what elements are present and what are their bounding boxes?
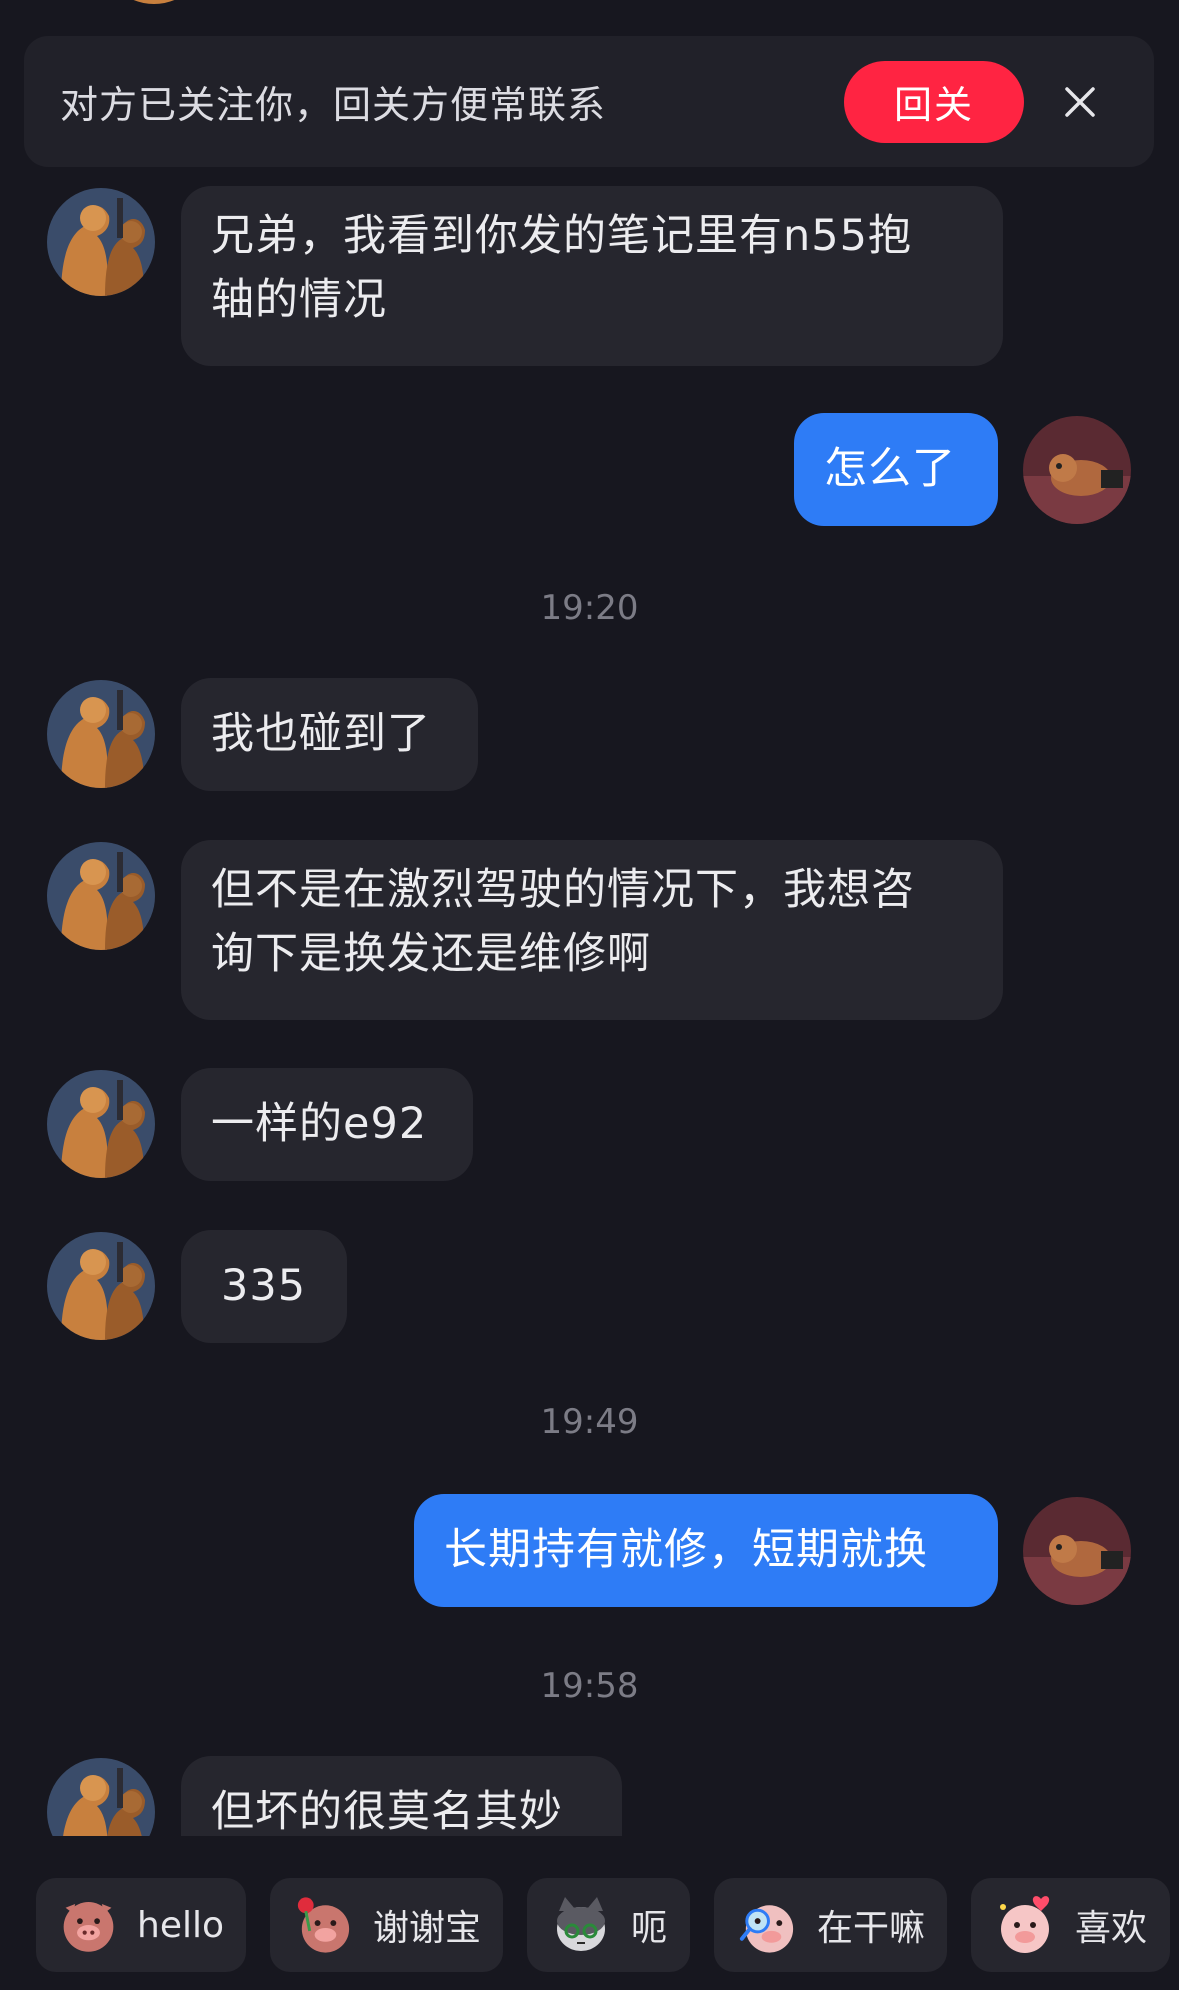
pig-magnifier-icon	[739, 1905, 794, 1953]
timestamp: 19:20	[540, 588, 639, 628]
message-bubble-incoming[interactable]: 335	[181, 1230, 347, 1343]
message-text-line: 询下是换发还是维修啊	[211, 929, 651, 979]
pig-wave-icon	[63, 1902, 114, 1952]
contact-avatar[interactable]	[47, 1232, 155, 1340]
my-avatar[interactable]	[1023, 416, 1131, 524]
quick-reply-label: 喜欢	[1075, 1908, 1148, 1949]
message-text: 怎么了	[824, 444, 956, 494]
message-bubble-incoming[interactable]: 兄弟，我看到你发的笔记里有n55抱 轴的情况	[181, 186, 1003, 366]
my-avatar[interactable]	[1023, 1497, 1131, 1605]
contact-avatar[interactable]	[47, 1070, 155, 1178]
quick-reply-label: 呃	[631, 1908, 668, 1949]
close-icon[interactable]	[1040, 61, 1120, 143]
message-bubble-incoming[interactable]: 但坏的很莫名其妙	[181, 1756, 622, 1836]
cat-icon	[557, 1897, 605, 1951]
timestamp: 19:49	[540, 1402, 639, 1442]
pig-rose-icon	[297, 1897, 350, 1953]
quick-reply-label: hello	[137, 1904, 224, 1946]
message-text-line: 兄弟，我看到你发的笔记里有n55抱	[211, 211, 912, 261]
message-text: 335	[221, 1261, 307, 1311]
message-bubble-incoming[interactable]: 我也碰到了	[181, 678, 478, 791]
timestamp: 19:58	[540, 1666, 639, 1706]
quick-reply-label: 在干嘛	[816, 1908, 925, 1949]
contact-avatar[interactable]	[47, 1758, 155, 1836]
quick-reply-hello[interactable]: hello	[36, 1878, 246, 1972]
contact-avatar[interactable]	[47, 842, 155, 950]
message-bubble-incoming[interactable]: 一样的e92	[181, 1068, 473, 1181]
quick-reply-like[interactable]: 喜欢	[971, 1878, 1170, 1972]
quick-reply-label: 谢谢宝	[372, 1908, 481, 1949]
chat-area: 对方已关注你，回关方便常联系 回关 兄弟，我看到你发的笔记里有n55抱 轴的情况…	[0, 0, 1179, 1836]
message-bubble-incoming[interactable]: 但不是在激烈驾驶的情况下，我想咨 询下是换发还是维修啊	[181, 840, 1003, 1020]
message-bubble-outgoing[interactable]: 长期持有就修，短期就换	[414, 1494, 998, 1607]
message-text: 我也碰到了	[211, 709, 431, 759]
message-text: 一样的e92	[211, 1099, 428, 1149]
contact-avatar[interactable]	[47, 188, 155, 296]
quick-reply-uh[interactable]: 呃	[527, 1878, 690, 1972]
quick-reply-thanks[interactable]: 谢谢宝	[270, 1878, 503, 1972]
message-text: 但坏的很莫名其妙	[211, 1787, 563, 1836]
message-bubble-outgoing[interactable]: 怎么了	[794, 413, 998, 526]
contact-avatar[interactable]	[100, 0, 208, 4]
contact-avatar[interactable]	[47, 680, 155, 788]
message-text-line: 但不是在激烈驾驶的情况下，我想咨	[211, 865, 915, 915]
follow-back-button[interactable]: 回关	[844, 60, 1024, 143]
message-text-line: 轴的情况	[211, 275, 387, 325]
follow-back-banner: 对方已关注你，回关方便常联系 回关	[24, 36, 1154, 167]
pig-heart-icon	[1000, 1896, 1050, 1953]
quick-reply-bar: hello 谢谢宝 呃 在干嘛 喜欢	[0, 1836, 1179, 1990]
follow-back-hint: 对方已关注你，回关方便常联系	[60, 83, 607, 127]
message-text: 长期持有就修，短期就换	[444, 1525, 928, 1575]
quick-reply-what-doing[interactable]: 在干嘛	[714, 1878, 947, 1972]
